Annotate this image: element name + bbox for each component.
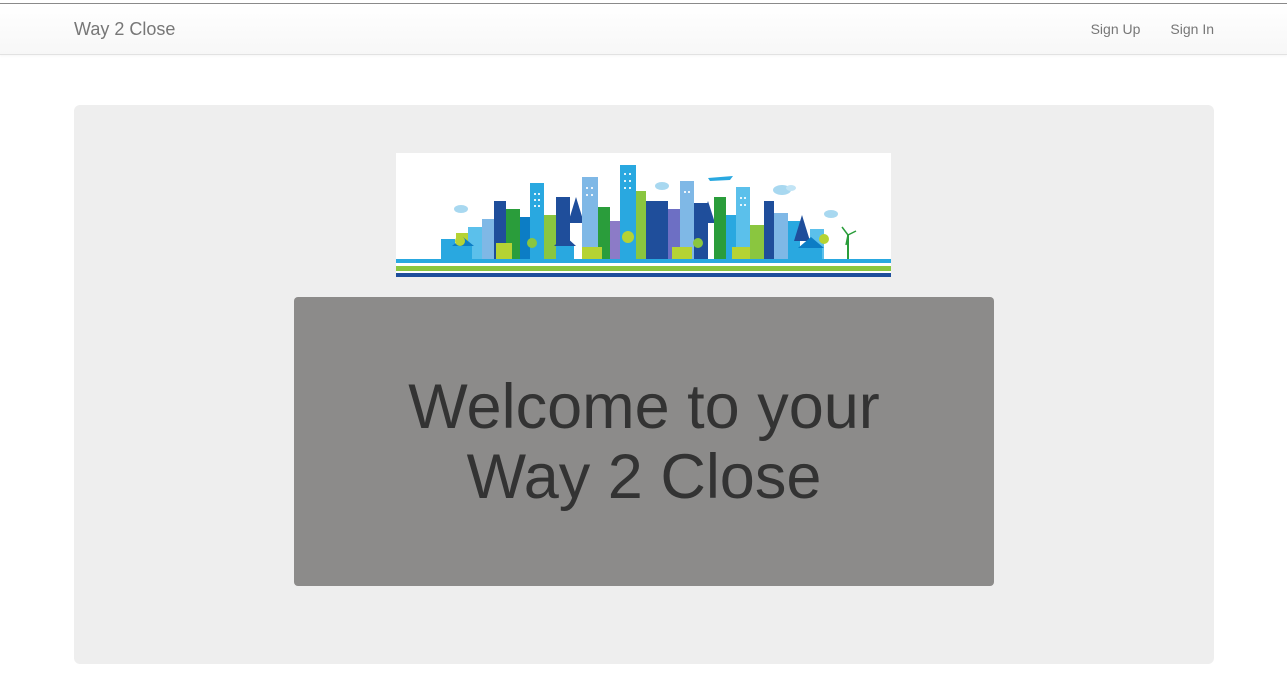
navbar: Way 2 Close Sign Up Sign In	[0, 4, 1287, 55]
welcome-box: Welcome to your Way 2 Close	[294, 297, 994, 586]
sign-in-link[interactable]: Sign In	[1170, 21, 1214, 37]
sign-up-link[interactable]: Sign Up	[1091, 21, 1141, 37]
jumbotron: Welcome to your Way 2 Close	[74, 105, 1214, 664]
welcome-heading-line1: Welcome to your	[408, 371, 880, 442]
nav-links: Sign Up Sign In	[1091, 21, 1214, 37]
welcome-heading: Welcome to your Way 2 Close	[364, 372, 924, 512]
welcome-heading-line2: Way 2 Close	[466, 441, 822, 512]
city-skyline-illustration	[396, 165, 891, 277]
city-skyline-banner	[396, 153, 891, 277]
brand-link[interactable]: Way 2 Close	[74, 19, 175, 40]
